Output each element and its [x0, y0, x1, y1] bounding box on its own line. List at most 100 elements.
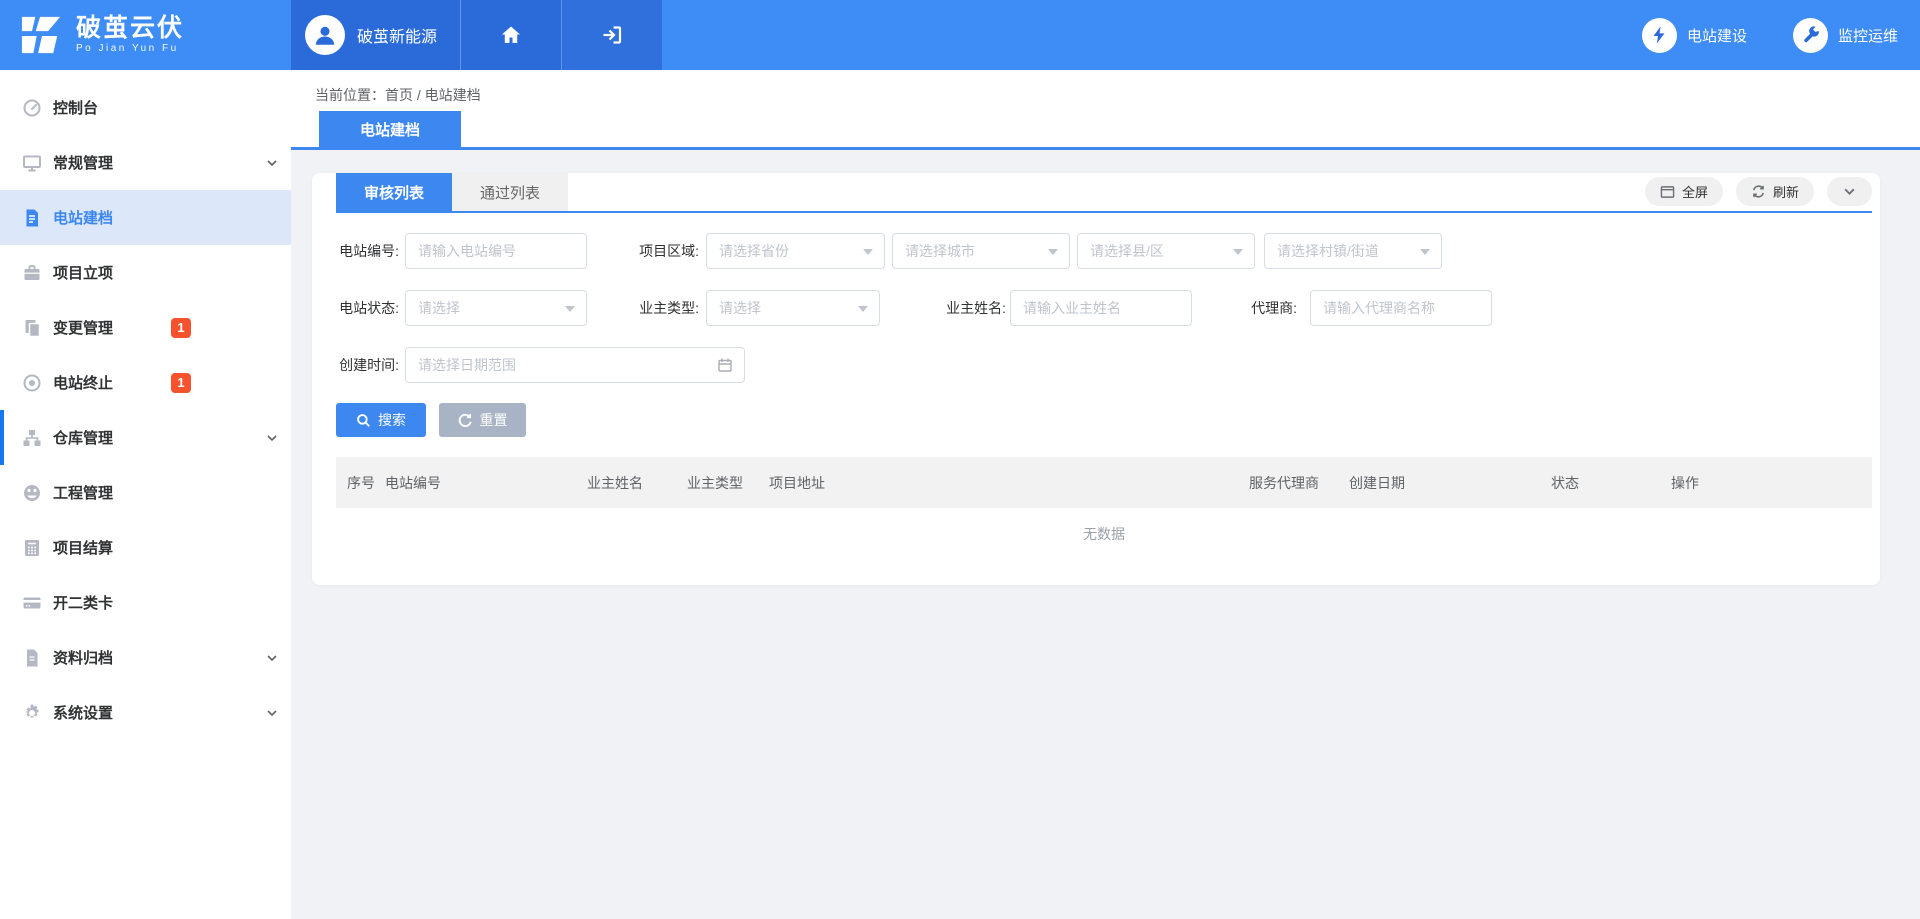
sidebar-item-general-mgmt[interactable]: 常规管理: [0, 135, 291, 190]
sidebar-item-system-settings[interactable]: 系统设置: [0, 685, 291, 740]
home-button[interactable]: [461, 0, 562, 70]
breadcrumb-separator: /: [413, 87, 425, 103]
refresh-label: 刷新: [1773, 182, 1799, 201]
refresh-button[interactable]: 刷新: [1736, 177, 1814, 206]
panel-tabs-bar: 审核列表 通过列表 全屏 刷新: [336, 173, 1872, 213]
sidebar-item-label: 项目结算: [53, 537, 113, 558]
main-area: 当前位置：首页 / 电站建档 电站建档 审核列表 通过列表 全屏 刷新: [291, 70, 1920, 919]
table-header-cell: 电站编号: [385, 473, 587, 493]
wrench-icon: [1793, 18, 1828, 53]
search-button[interactable]: 搜索: [336, 403, 426, 437]
dashboard-icon: [22, 98, 42, 118]
station-status-label: 电站状态:: [336, 298, 399, 318]
create-time-label: 创建时间:: [336, 355, 399, 375]
caret-down-icon: [1233, 249, 1243, 255]
table-header-row: 序号 电站编号 业主姓名 业主类型 项目地址 服务代理商 创建日期 状态 操作: [336, 457, 1872, 508]
province-select[interactable]: 请选择省份: [706, 233, 885, 269]
sidebar-item-class2-card[interactable]: 开二类卡: [0, 575, 291, 630]
sidebar-item-project-settlement[interactable]: 项目结算: [0, 520, 291, 575]
sign-in-arrow-icon: [600, 23, 624, 47]
sidebar-item-label: 资料归档: [53, 647, 113, 668]
user-name: 破茧新能源: [357, 23, 437, 47]
breadcrumb-home-link[interactable]: 首页: [385, 87, 413, 103]
logo-subtitle: Po Jian Yun Fu: [76, 44, 184, 55]
reset-label: 重置: [480, 410, 508, 430]
page-tab-station-archive[interactable]: 电站建档: [319, 111, 461, 147]
calculator-icon: [22, 538, 42, 558]
status-placeholder: 请选择: [418, 298, 460, 318]
nav-monitor-ops[interactable]: 监控运维: [1793, 0, 1898, 70]
sidebar: 控制台 常规管理 电站建档 项目立项 变更管理 1 电站终止 1: [0, 70, 291, 919]
breadcrumb-strip: 当前位置：首页 / 电站建档 电站建档: [291, 70, 1920, 150]
user-menu[interactable]: 破茧新能源: [291, 0, 461, 70]
tab-review-list[interactable]: 审核列表: [336, 173, 452, 211]
nav-station-build-label: 电站建设: [1687, 25, 1747, 46]
sidebar-item-station-archive[interactable]: 电站建档: [0, 190, 291, 245]
table-header-cell: 操作: [1671, 473, 1872, 493]
fullscreen-label: 全屏: [1682, 182, 1708, 201]
owner-name-label: 业主姓名:: [936, 298, 1006, 318]
logout-button[interactable]: [562, 0, 662, 70]
city-select[interactable]: 请选择城市: [892, 233, 1070, 269]
station-no-label: 电站编号:: [336, 241, 399, 261]
sidebar-item-label: 电站终止: [53, 372, 113, 393]
province-placeholder: 请选择省份: [719, 241, 789, 261]
chevron-down-icon: [266, 707, 278, 719]
region-label: 项目区域:: [635, 241, 699, 261]
archive-icon: [22, 648, 42, 668]
sidebar-item-project-initiation[interactable]: 项目立项: [0, 245, 291, 300]
sidebar-item-label: 工程管理: [53, 482, 113, 503]
sidebar-item-console[interactable]: 控制台: [0, 80, 291, 135]
breadcrumb-prefix: 当前位置：: [315, 87, 385, 103]
refresh-icon: [1751, 184, 1766, 199]
reset-button[interactable]: 重置: [439, 403, 526, 437]
sidebar-item-label: 变更管理: [53, 317, 113, 338]
town-placeholder: 请选择村镇/街道: [1277, 241, 1379, 261]
header-spacer: [662, 0, 1642, 70]
credit-card-icon: [22, 593, 42, 613]
owner-type-label: 业主类型:: [635, 298, 699, 318]
station-no-input[interactable]: [405, 233, 587, 269]
chevron-down-icon: [266, 157, 278, 169]
table-header-cell: 序号: [336, 473, 385, 493]
chevron-down-icon: [266, 432, 278, 444]
breadcrumb-current: 电站建档: [425, 87, 481, 103]
owner-type-select[interactable]: 请选择: [706, 290, 880, 326]
town-select[interactable]: 请选择村镇/街道: [1264, 233, 1442, 269]
logo-icon: [18, 14, 64, 56]
table-header-cell: 业主姓名: [587, 473, 687, 493]
content: 审核列表 通过列表 全屏 刷新: [291, 150, 1920, 585]
agent-input[interactable]: [1310, 290, 1492, 326]
nav-station-build[interactable]: 电站建设: [1642, 0, 1747, 70]
home-icon: [499, 23, 523, 47]
caret-down-icon: [1420, 249, 1430, 255]
calendar-icon: [717, 357, 733, 373]
owner-name-input[interactable]: [1010, 290, 1192, 326]
sidebar-item-station-termination[interactable]: 电站终止 1: [0, 355, 291, 410]
sidebar-item-label: 电站建档: [53, 207, 113, 228]
top-header: 破茧云伏 Po Jian Yun Fu 破茧新能源: [0, 0, 1920, 70]
nav-monitor-ops-label: 监控运维: [1838, 25, 1898, 46]
owner-type-placeholder: 请选择: [719, 298, 761, 318]
fullscreen-button[interactable]: 全屏: [1645, 177, 1723, 206]
app-logo[interactable]: 破茧云伏 Po Jian Yun Fu: [0, 0, 291, 70]
sidebar-item-engineering-mgmt[interactable]: 工程管理: [0, 465, 291, 520]
tab-passed-list[interactable]: 通过列表: [452, 173, 568, 211]
collapse-button[interactable]: [1827, 177, 1872, 206]
table-header-cell: 创建日期: [1349, 473, 1551, 493]
caret-down-icon: [858, 306, 868, 312]
notification-badge: 1: [171, 373, 191, 393]
briefcase-icon: [22, 263, 42, 283]
county-select[interactable]: 请选择县/区: [1077, 233, 1255, 269]
sidebar-item-data-archive[interactable]: 资料归档: [0, 630, 291, 685]
sitemap-icon: [22, 428, 42, 448]
sidebar-item-change-mgmt[interactable]: 变更管理 1: [0, 300, 291, 355]
gear-icon: [22, 703, 42, 723]
filter-form: 电站编号: 项目区域: 请选择省份 请选择城市 请选择县/区 请选择村镇/街道: [336, 233, 1872, 383]
date-range-input[interactable]: [405, 347, 745, 383]
sidebar-item-label: 常规管理: [53, 152, 113, 173]
avatar: [305, 15, 345, 55]
station-status-select[interactable]: 请选择: [405, 290, 587, 326]
sidebar-item-warehouse-mgmt[interactable]: 仓库管理: [0, 410, 291, 465]
sidebar-item-label: 开二类卡: [53, 592, 113, 613]
